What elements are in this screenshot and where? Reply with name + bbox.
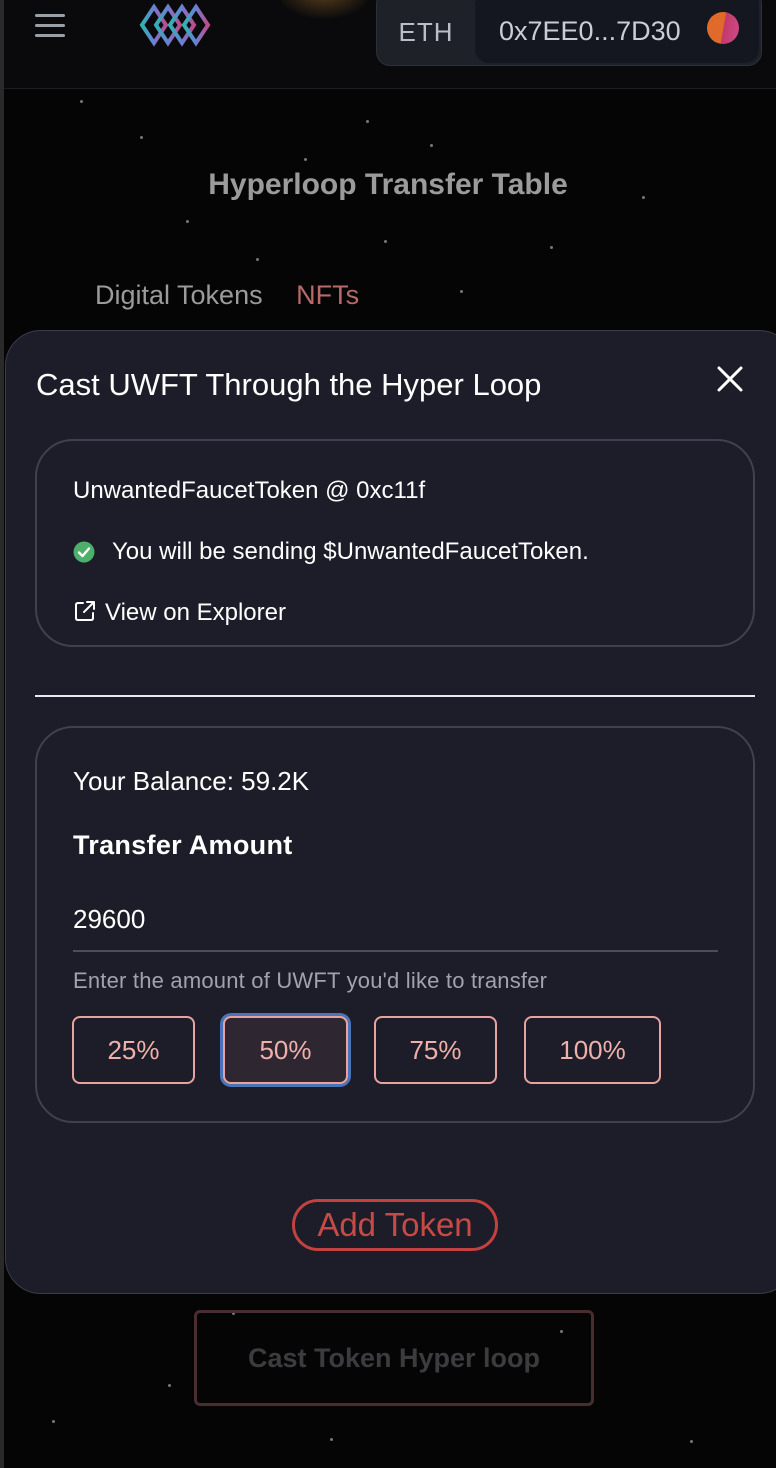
transfer-modal: Cast UWFT Through the Hyper Loop Unwante… [5,330,776,1294]
account-address: 0x7EE0...7D30 [499,15,681,46]
external-link-icon[interactable] [73,599,97,623]
modal-title: Cast UWFT Through the Hyper Loop [36,367,542,402]
top-bar: ETH 0x7EE0...7D30 [4,0,776,89]
account-avatar [707,12,739,44]
menu-icon[interactable] [35,12,67,38]
header-glow [274,0,374,20]
wallet-widget[interactable]: ETH 0x7EE0...7D30 [376,0,762,66]
view-explorer-link[interactable]: View on Explorer [105,599,286,627]
account-button[interactable]: 0x7EE0...7D30 [475,0,759,63]
tab-digital-tokens[interactable]: Digital Tokens [95,280,263,311]
percent-25-button[interactable]: 25% [72,1016,195,1084]
balance-text: Your Balance: 59.2K [73,766,310,796]
add-token-button[interactable]: Add Token [292,1199,498,1251]
page-title: Hyperloop Transfer Table [208,168,568,201]
send-confirm-text: You will be sending $UnwantedFaucetToken… [112,538,589,565]
amount-input[interactable] [73,888,718,952]
check-circle-icon [73,541,95,563]
transfer-amount-label: Transfer Amount [73,830,293,860]
cast-token-button[interactable]: Cast Token Hyper loop [194,1310,594,1406]
transfer-card: Your Balance: 59.2K Transfer Amount Ente… [35,726,755,1123]
percent-75-button[interactable]: 75% [374,1016,497,1084]
token-info-card: UnwantedFaucetToken @ 0xc11f You will be… [35,439,755,647]
tab-bar: Digital Tokens NFTs [95,280,385,311]
logo-icon[interactable] [138,2,214,48]
token-name-line: UnwantedFaucetToken @ 0xc11f [73,477,426,504]
close-icon[interactable] [712,361,748,397]
amount-helper-text: Enter the amount of UWFT you'd like to t… [73,968,548,993]
percent-50-button[interactable]: 50% [223,1016,348,1084]
divider [35,695,755,697]
tab-nfts[interactable]: NFTs [296,280,359,311]
left-edge [0,0,4,1468]
chain-selector[interactable]: ETH [377,0,475,65]
percent-100-button[interactable]: 100% [524,1016,661,1084]
